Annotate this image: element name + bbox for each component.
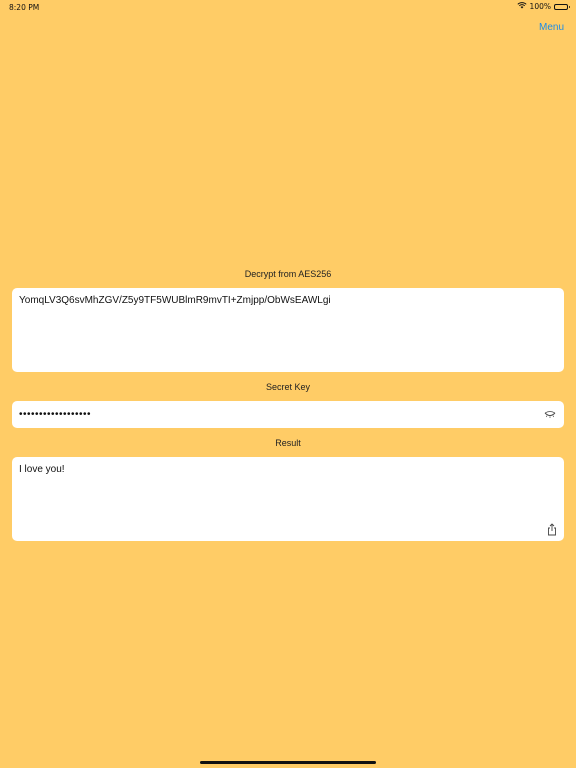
result-label: Result: [275, 438, 301, 448]
eye-closed-icon[interactable]: [543, 410, 557, 420]
share-icon[interactable]: [546, 523, 558, 536]
result-value: I love you!: [19, 464, 65, 475]
secret-key-value: ••••••••••••••••••: [19, 409, 92, 420]
status-right: 100%: [516, 2, 570, 11]
status-bar: 8:20 PM 100%: [0, 0, 576, 14]
decrypt-label: Decrypt from AES256: [244, 269, 332, 279]
menu-button[interactable]: Menu: [539, 22, 564, 33]
result-output[interactable]: I love you!: [12, 457, 564, 541]
secret-key-field[interactable]: ••••••••••••••••••: [12, 401, 564, 428]
secret-key-label: Secret Key: [265, 382, 311, 392]
status-time: 8:20 PM: [9, 3, 40, 12]
ciphertext-input[interactable]: YomqLV3Q6svMhZGV/Z5y9TF5WUBlmR9mvTI+Zmjp…: [12, 288, 564, 372]
battery-icon: [554, 3, 570, 10]
home-indicator: [200, 761, 376, 764]
wifi-icon: [516, 2, 527, 11]
battery-percent: 100%: [529, 2, 551, 11]
ciphertext-value: YomqLV3Q6svMhZGV/Z5y9TF5WUBlmR9mvTI+Zmjp…: [19, 295, 331, 306]
